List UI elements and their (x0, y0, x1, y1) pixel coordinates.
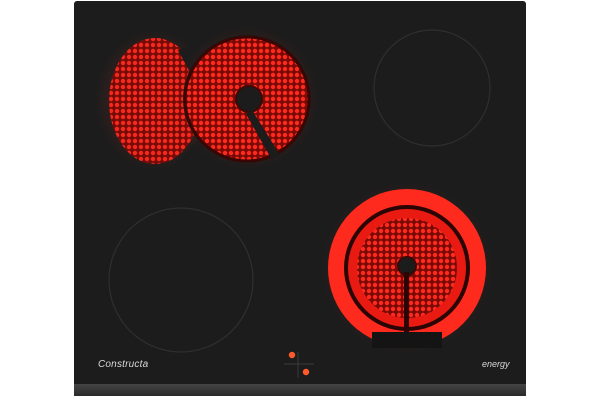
cooktop-photo: Constructa energy (0, 0, 600, 400)
zone-front-right (321, 182, 493, 354)
front-frame-edge (74, 384, 526, 396)
zone-rear-left (95, 26, 319, 170)
cooktop-illustration (74, 1, 526, 396)
energy-label: energy (482, 359, 510, 369)
control-indicator-dot (302, 368, 310, 376)
control-indicator-dot (288, 351, 296, 359)
brand-logo-text: Constructa (98, 359, 149, 370)
